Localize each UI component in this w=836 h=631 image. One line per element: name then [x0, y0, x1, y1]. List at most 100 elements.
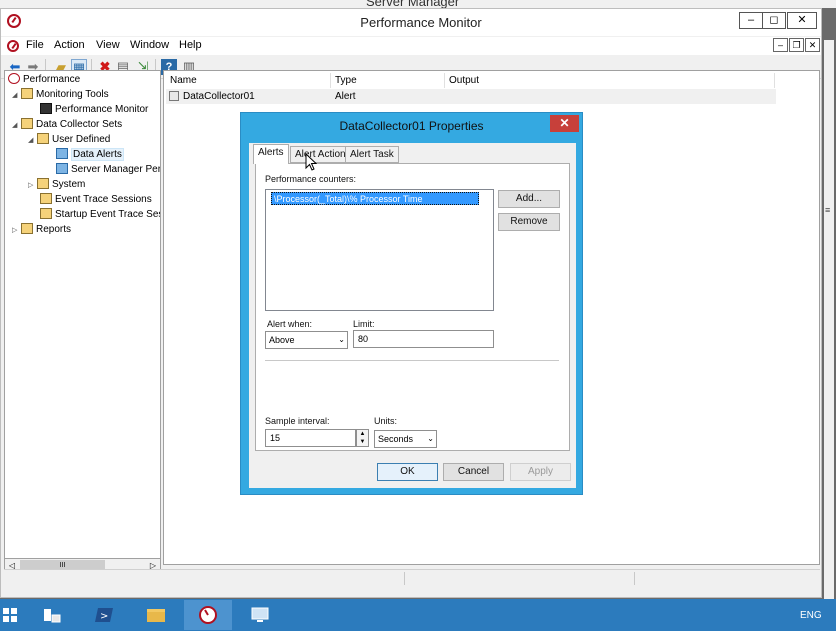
tab-alert-task[interactable]: Alert Task: [345, 146, 399, 163]
performance-monitor-icon: [7, 14, 21, 28]
minimize-button[interactable]: –: [739, 12, 763, 29]
ok-button[interactable]: OK: [377, 463, 438, 481]
data-collector-icon: [56, 148, 68, 159]
collapse-icon[interactable]: ◢: [28, 133, 37, 148]
units-value: Seconds: [378, 434, 414, 444]
resize-grip-icon[interactable]: ≡: [825, 205, 830, 215]
folder-icon: [21, 88, 33, 99]
windows-logo-icon: [11, 616, 17, 622]
limit-field[interactable]: 80: [353, 330, 494, 348]
system-menu-icon[interactable]: [7, 40, 19, 52]
alert-when-value: Above: [269, 335, 295, 345]
menu-file[interactable]: File: [26, 39, 44, 51]
status-divider: [634, 572, 635, 585]
taskbar-server-manager[interactable]: [28, 600, 76, 630]
dialog-close-button[interactable]: ✕: [550, 115, 579, 132]
mdi-close-button[interactable]: ✕: [805, 38, 820, 52]
menu-help[interactable]: Help: [179, 39, 202, 51]
close-button[interactable]: ✕: [787, 12, 817, 29]
tab-alerts[interactable]: Alerts: [253, 144, 289, 164]
sample-interval-stepper[interactable]: ▲ ▼: [356, 429, 369, 447]
tree-item-event-trace-sessions[interactable]: Event Trace Sessions: [40, 192, 152, 207]
mdi-restore-button[interactable]: ❐: [789, 38, 804, 52]
powershell-icon: >: [95, 608, 113, 622]
alert-when-select[interactable]: Above ⌄: [265, 331, 348, 349]
properties-dialog: DataCollector01 Properties ✕ Alerts Aler…: [240, 112, 583, 495]
performance-icon: [8, 73, 20, 84]
tree-item-startup-event-trace-sessions[interactable]: Startup Event Trace Sessions: [40, 207, 160, 222]
titlebar: Performance Monitor – ◻ ✕: [1, 9, 821, 36]
collapse-icon[interactable]: ◢: [12, 118, 21, 133]
sample-interval-label: Sample interval:: [265, 416, 330, 426]
folder-icon: [21, 223, 33, 234]
status-divider: [404, 572, 405, 585]
alerts-tab-panel: Performance counters: \Processor(_Total)…: [255, 163, 570, 451]
menu-bar: File Action View Window Help – ❐ ✕: [1, 37, 821, 55]
windows-logo-icon: [3, 616, 9, 622]
performance-counters-list[interactable]: \Processor(_Total)\% Processor Time: [265, 189, 494, 311]
dialog-body: Alerts Alert Action Alert Task Performan…: [249, 143, 576, 488]
svg-text:>: >: [100, 611, 108, 622]
chevron-down-icon[interactable]: ▼: [357, 438, 368, 446]
limit-label: Limit:: [353, 319, 375, 329]
taskbar-file-explorer[interactable]: [132, 600, 180, 630]
performance-counters-label: Performance counters:: [265, 174, 357, 184]
folder-icon: [21, 118, 33, 129]
menu-action[interactable]: Action: [54, 39, 85, 51]
tree-item-monitoring-tools[interactable]: ◢ Monitoring Tools: [12, 87, 109, 102]
navigation-tree: Performance ◢ Monitoring Tools Performanc…: [4, 70, 161, 565]
tree-item-reports[interactable]: ▷ Reports: [12, 222, 71, 237]
chevron-down-icon: ⌄: [338, 335, 345, 344]
chevron-up-icon[interactable]: ▲: [357, 430, 368, 438]
outer-window-edge: ≡: [824, 40, 834, 600]
menu-view[interactable]: View: [96, 39, 120, 51]
window-title: Performance Monitor: [360, 15, 482, 30]
taskbar: > ENG: [0, 599, 836, 631]
apply-button[interactable]: Apply: [510, 463, 571, 481]
start-button[interactable]: [0, 599, 26, 631]
column-header-output[interactable]: Output: [445, 73, 775, 88]
expand-icon[interactable]: ▷: [28, 178, 37, 193]
separator: [265, 360, 559, 361]
menu-window[interactable]: Window: [130, 39, 169, 51]
taskbar-remote-desktop[interactable]: [236, 600, 284, 630]
language-indicator[interactable]: ENG: [800, 610, 822, 621]
tree-item-system[interactable]: ▷ System: [28, 177, 85, 192]
restore-button[interactable]: ◻: [762, 12, 786, 29]
column-header-name[interactable]: Name: [166, 73, 331, 88]
taskbar-performance-monitor[interactable]: [184, 600, 232, 630]
server-manager-icon: [44, 609, 61, 623]
expand-icon[interactable]: ▷: [12, 223, 21, 238]
folder-icon: [37, 178, 49, 189]
tree-item-data-alerts[interactable]: Data Alerts: [56, 147, 124, 162]
mouse-pointer-icon: [305, 153, 317, 171]
monitor-icon: [251, 607, 269, 622]
tree-item-server-manager-perf[interactable]: Server Manager Performance Monitor: [56, 162, 160, 177]
column-header-type[interactable]: Type: [331, 73, 445, 88]
add-counter-button[interactable]: Add...: [498, 190, 560, 208]
collapse-icon[interactable]: ◢: [12, 88, 21, 103]
remove-counter-button[interactable]: Remove: [498, 213, 560, 231]
tree-item-user-defined[interactable]: ◢ User Defined: [28, 132, 110, 147]
mdi-minimize-button[interactable]: –: [773, 38, 788, 52]
tree-item-performance-monitor[interactable]: Performance Monitor: [40, 102, 148, 117]
folder-icon: [37, 133, 49, 144]
windows-logo-icon: [11, 608, 17, 614]
sample-interval-field[interactable]: 15: [265, 429, 356, 447]
row-type: Alert: [335, 91, 356, 102]
units-select[interactable]: Seconds ⌄: [374, 430, 437, 448]
monitor-icon: [40, 103, 52, 114]
folder-icon: [40, 208, 52, 219]
alert-icon: [169, 91, 179, 101]
chevron-down-icon: ⌄: [427, 434, 434, 443]
status-bar: [4, 569, 820, 586]
units-label: Units:: [374, 416, 398, 426]
taskbar-powershell[interactable]: >: [80, 600, 128, 630]
tab-alert-action[interactable]: Alert Action: [290, 146, 351, 163]
list-item[interactable]: \Processor(_Total)\% Processor Time: [271, 192, 479, 205]
cancel-button[interactable]: Cancel: [443, 463, 504, 481]
tree-item-performance[interactable]: Performance: [8, 72, 80, 87]
table-row[interactable]: DataCollector01 Alert: [166, 89, 776, 104]
performance-monitor-icon: [199, 606, 217, 624]
tree-item-data-collector-sets[interactable]: ◢ Data Collector Sets: [12, 117, 122, 132]
